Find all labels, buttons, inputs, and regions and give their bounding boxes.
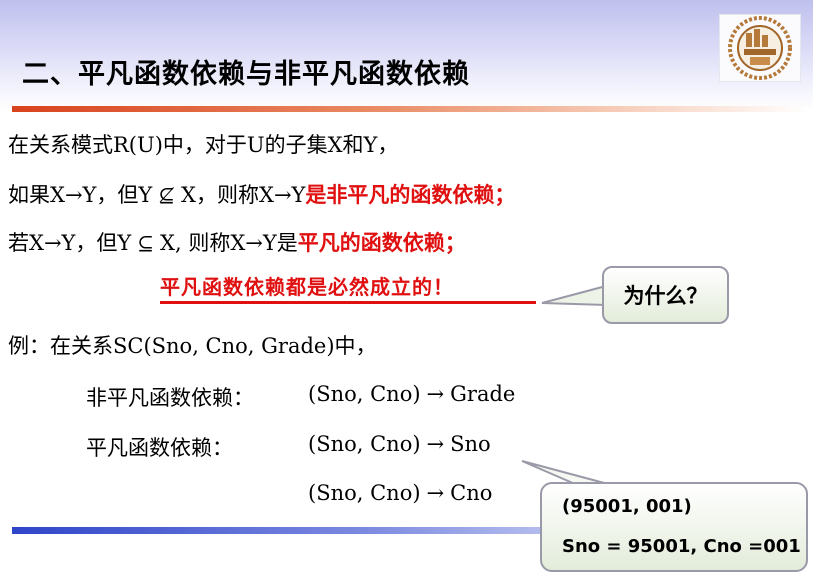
dependency-rhs: Cno bbox=[450, 481, 493, 505]
trivial-example-dependency-1: (Sno, Cno) → Sno bbox=[308, 432, 491, 456]
nontrivial-example-label: 非平凡函数依赖： bbox=[86, 386, 254, 410]
why-callout: 为什么？ bbox=[602, 266, 729, 324]
example-callout: (95001, 001) Sno = 95001, Cno =001 bbox=[540, 482, 808, 572]
dependency-lhs: (Sno, Cno) bbox=[308, 432, 421, 456]
page-title: 二、平凡函数依赖与非平凡函数依赖 bbox=[22, 59, 470, 90]
nontrivial-example-dependency: (Sno, Cno) → Grade bbox=[308, 382, 515, 406]
emphasis-underline bbox=[160, 301, 536, 304]
arrow-symbol: → bbox=[426, 382, 445, 406]
example-callout-values: Sno = 95001, Cno =001 bbox=[562, 536, 801, 557]
dependency-rhs: Sno bbox=[450, 432, 491, 456]
nontrivial-highlight: 是非平凡的函数依赖； bbox=[305, 183, 516, 207]
arrow-symbol: → bbox=[426, 432, 445, 456]
trivial-example-label: 平凡函数依赖： bbox=[86, 436, 233, 460]
arrow-symbol: → bbox=[426, 481, 445, 505]
example-intro: 例：在关系SC(Sno, Cno, Grade)中， bbox=[8, 334, 377, 358]
dependency-rhs: Grade bbox=[450, 382, 516, 406]
emphasis-statement: 平凡函数依赖都是必然成立的！ bbox=[160, 275, 454, 299]
trivial-prefix: 若X→Y，但Y bbox=[8, 231, 132, 255]
trivial-example-dependency-2: (Sno, Cno) → Cno bbox=[308, 481, 492, 505]
trivial-definition-line: 若X→Y，但Y ⊆ X, 则称X→Y是平凡的函数依赖； bbox=[8, 227, 466, 257]
subset-symbol: ⊆ bbox=[137, 231, 155, 255]
trivial-highlight: 平凡的函数依赖； bbox=[297, 231, 466, 255]
nontrivial-prefix: 如果X→Y，但Y bbox=[8, 183, 153, 207]
trivial-middle: X, 则称X→Y是 bbox=[160, 231, 298, 255]
example-callout-tuple: (95001, 001) bbox=[562, 496, 692, 517]
nontrivial-middle: X，则称X→Y bbox=[181, 183, 306, 207]
dependency-lhs: (Sno, Cno) bbox=[308, 481, 421, 505]
not-subset-symbol: ⊈ bbox=[158, 183, 176, 207]
university-logo bbox=[719, 14, 801, 82]
definition-line: 在关系模式R(U)中，对于U的子集X和Y， bbox=[8, 133, 399, 157]
title-divider bbox=[12, 106, 808, 112]
dependency-lhs: (Sno, Cno) bbox=[308, 382, 421, 406]
nontrivial-definition-line: 如果X→Y，但Y ⊈ X，则称X→Y是非平凡的函数依赖； bbox=[8, 179, 515, 209]
